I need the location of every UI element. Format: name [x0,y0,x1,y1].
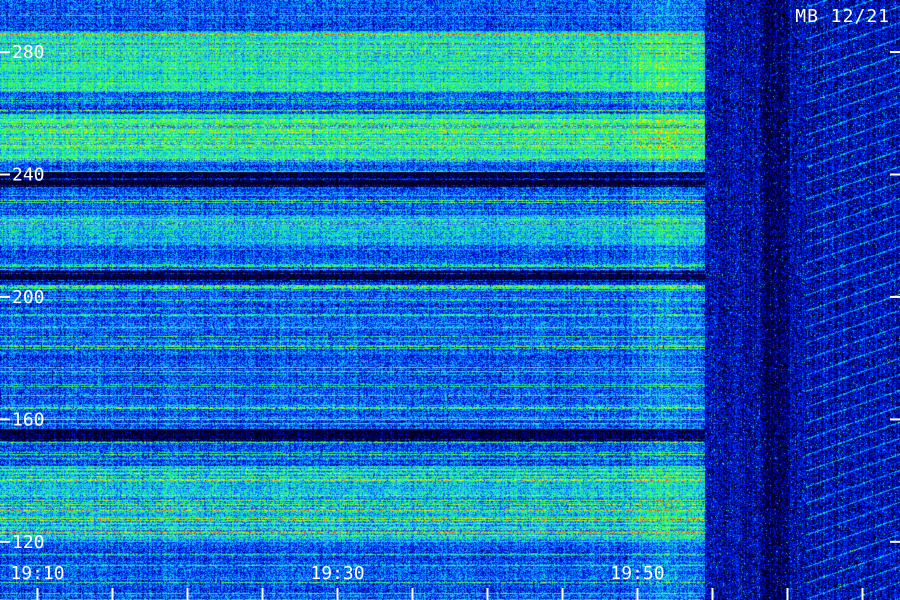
x-tick-label: 19:50 [610,563,664,584]
y-tick-label: 280 [12,42,45,63]
x-tick-label: 19:30 [310,563,364,584]
y-tick-label: 120 [12,532,45,553]
spectrogram-chart: 120 160 200 240 280 19:10 19:30 19:50 MB 12/21 [0,0,900,600]
y-tick-label: 240 [12,164,45,185]
y-tick-label: 200 [12,287,45,308]
x-tick-label: 19:10 [10,563,64,584]
y-tick-label: 160 [12,409,45,430]
axis-overlay: 120 160 200 240 280 19:10 19:30 19:50 [0,42,900,600]
station-label: MB 12/21 [795,6,890,27]
x-axis: 19:10 19:30 19:50 [10,563,864,600]
y-axis: 120 160 200 240 280 [0,42,900,553]
